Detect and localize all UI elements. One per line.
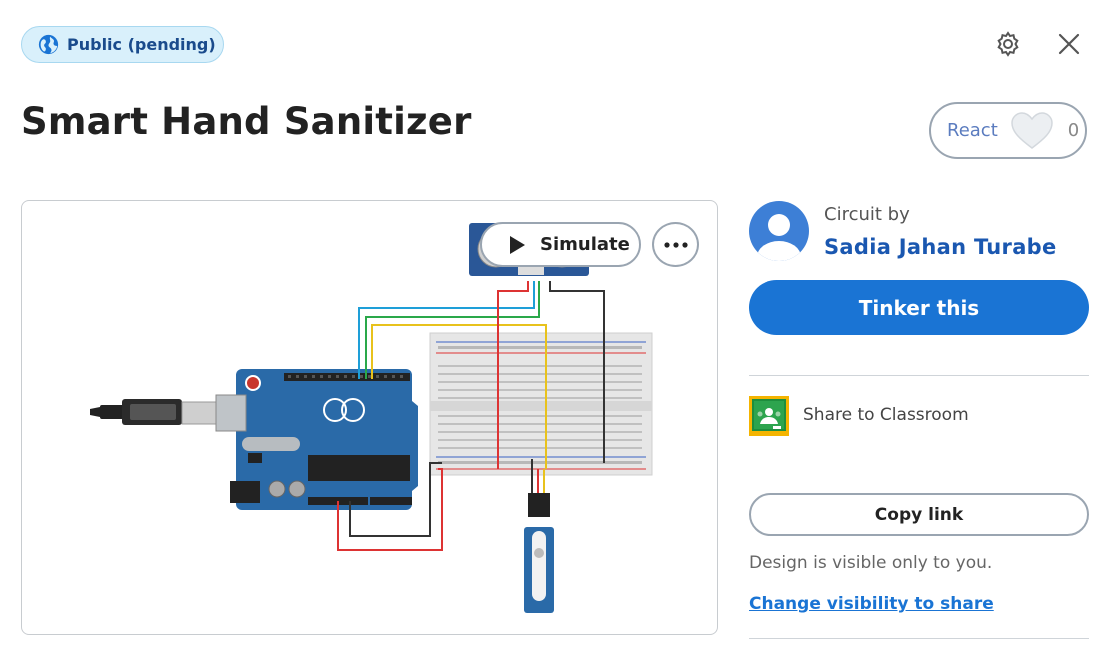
author-link[interactable]: Sadia Jahan Turabe bbox=[824, 235, 1057, 259]
simulate-label: Simulate bbox=[540, 234, 630, 255]
globe-icon bbox=[38, 34, 59, 55]
visibility-badge[interactable]: Public (pending) bbox=[21, 26, 224, 63]
divider bbox=[749, 638, 1089, 639]
more-options-icon bbox=[663, 241, 688, 248]
tinker-this-button[interactable]: Tinker this bbox=[749, 280, 1089, 335]
divider bbox=[749, 375, 1089, 376]
share-to-classroom-link[interactable]: Share to Classroom bbox=[803, 405, 969, 425]
play-icon bbox=[510, 235, 525, 254]
react-count: 0 bbox=[1067, 120, 1080, 141]
copy-link-button[interactable]: Copy link bbox=[749, 493, 1089, 536]
heart-icon bbox=[1011, 111, 1053, 149]
gear-icon[interactable] bbox=[994, 30, 1022, 58]
page-title: Smart Hand Sanitizer bbox=[21, 100, 472, 143]
more-options-button[interactable] bbox=[652, 222, 699, 267]
change-visibility-link[interactable]: Change visibility to share bbox=[749, 594, 994, 614]
circuit-viewer[interactable]: Simulate bbox=[21, 200, 718, 635]
close-icon[interactable] bbox=[1055, 30, 1083, 58]
react-button[interactable]: React 0 bbox=[929, 102, 1087, 159]
visibility-badge-label: Public (pending) bbox=[67, 35, 216, 54]
react-label: React bbox=[947, 120, 998, 141]
visibility-note: Design is visible only to you. bbox=[749, 553, 993, 573]
google-classroom-icon[interactable] bbox=[749, 396, 789, 436]
simulate-button[interactable]: Simulate bbox=[480, 222, 641, 267]
avatar[interactable] bbox=[749, 201, 809, 261]
circuit-by-label: Circuit by bbox=[824, 204, 910, 225]
